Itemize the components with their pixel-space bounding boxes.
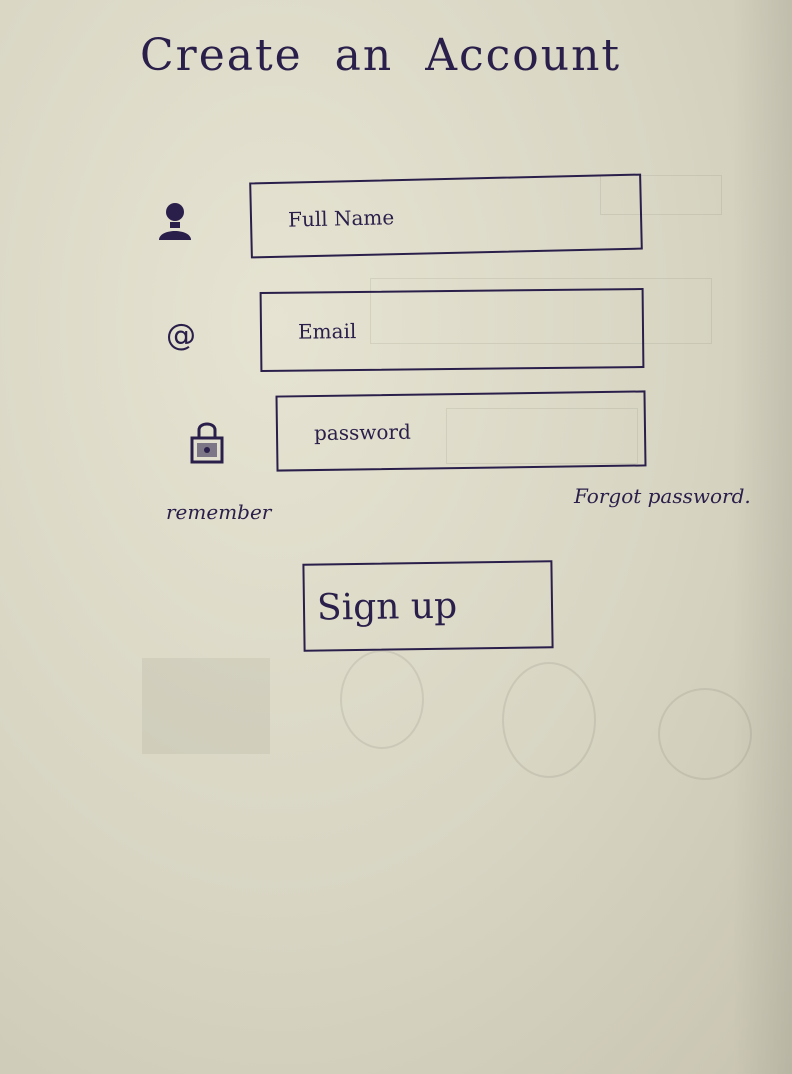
remember-me-link[interactable]: remember: [166, 500, 271, 524]
full-name-placeholder: Full Name: [287, 205, 395, 232]
password-placeholder: password: [313, 419, 411, 446]
bleed-through-mark: [658, 688, 752, 780]
password-field[interactable]: password: [275, 390, 647, 472]
lock-icon: [188, 418, 226, 466]
page-title: Create an Account: [140, 30, 622, 81]
at-sign-icon: @: [166, 318, 196, 353]
forgot-password-link[interactable]: Forgot password.: [574, 484, 751, 508]
bleed-through-mark: [340, 650, 424, 749]
sign-up-button[interactable]: Sign up: [302, 560, 554, 652]
email-field[interactable]: Email: [259, 287, 645, 373]
bleed-through-mark: [502, 662, 596, 778]
sign-up-label: Sign up: [316, 585, 458, 629]
full-name-field[interactable]: Full Name: [249, 173, 643, 259]
paper-background: [0, 0, 792, 1074]
email-placeholder: Email: [297, 319, 357, 344]
user-icon: [156, 200, 194, 244]
bleed-through-mark: [142, 658, 270, 754]
paper-shadow: [732, 0, 792, 1074]
